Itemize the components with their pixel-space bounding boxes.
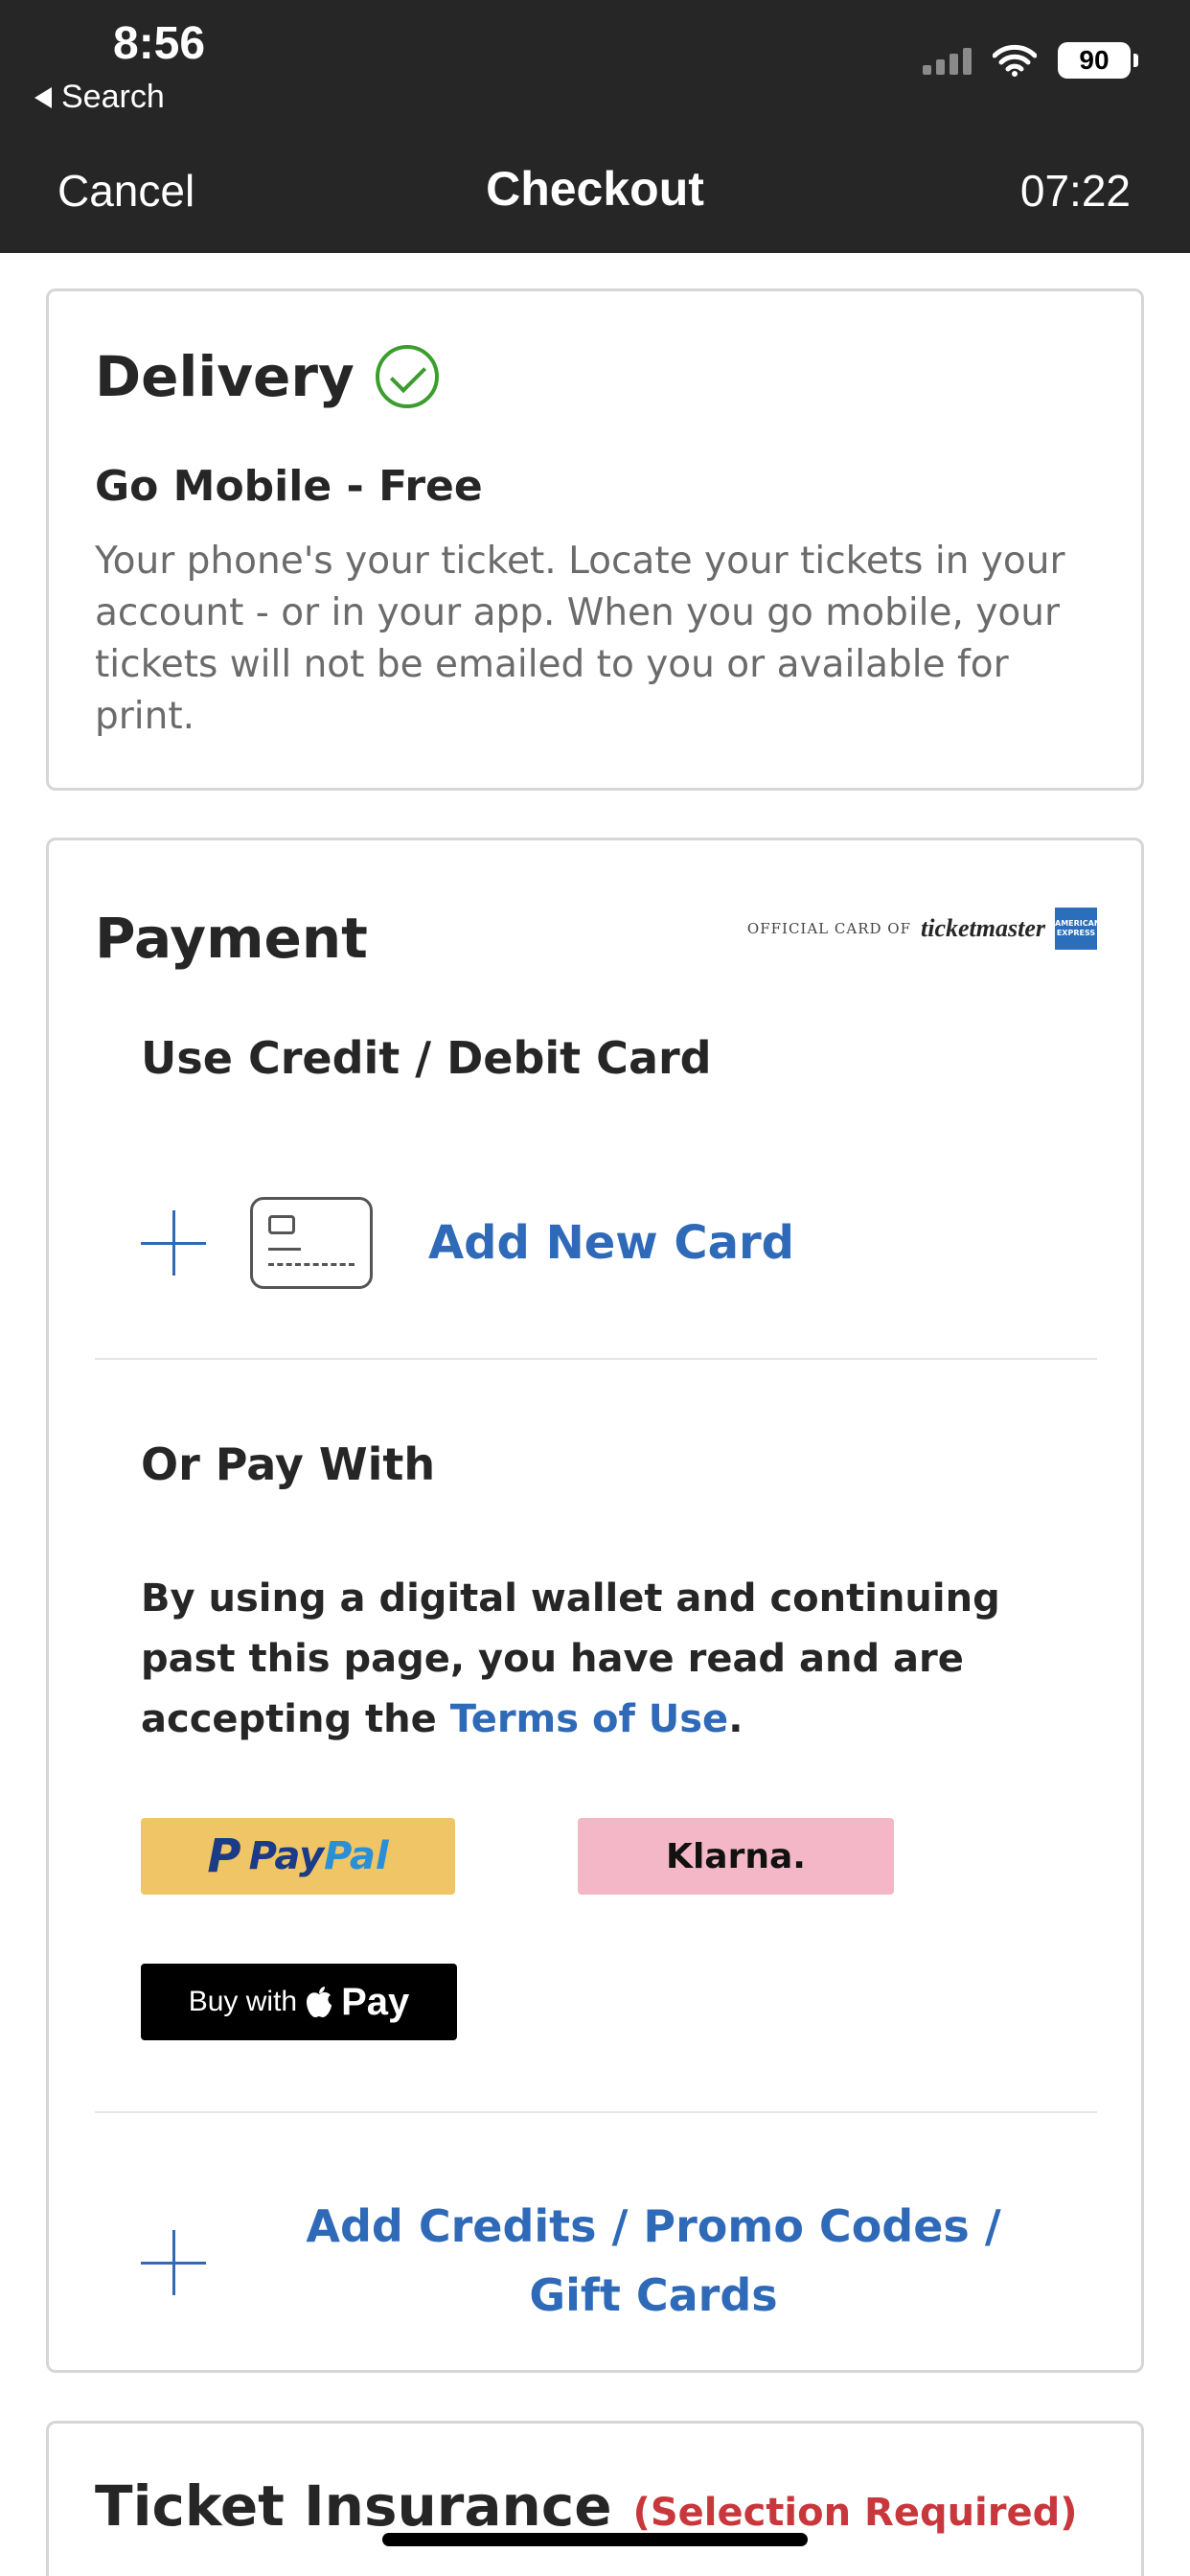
ticket-insurance-section: Ticket Insurance (Selection Required)	[46, 2421, 1144, 2576]
back-to-search-link[interactable]: Search	[34, 79, 165, 116]
delivery-title: Delivery	[95, 344, 355, 409]
cancel-button[interactable]: Cancel	[57, 165, 195, 217]
status-time: 8:56	[113, 18, 206, 69]
header: 8:56 Search 90 Cancel Checkout 07:22	[0, 0, 1190, 253]
klarna-button[interactable]: Klarna.	[578, 1818, 894, 1895]
plus-icon	[141, 2230, 206, 2295]
payment-title: Payment	[95, 906, 368, 971]
applepay-prefix: Buy with	[188, 1986, 298, 2017]
sponsor-prefix: OFFICIAL CARD OF	[746, 920, 912, 937]
signal-icon	[923, 46, 972, 75]
wallet-terms-note: By using a digital wallet and continuing…	[141, 1569, 1089, 1750]
battery-icon: 90	[1058, 42, 1138, 79]
paypal-logo-icon: P	[207, 1829, 241, 1883]
or-pay-with-heading: Or Pay With	[141, 1438, 436, 1490]
use-card-heading: Use Credit / Debit Card	[141, 1032, 712, 1084]
delivery-section: Delivery Go Mobile - Free Your phone's y…	[46, 288, 1144, 791]
paypal-button[interactable]: P Pay Pal	[141, 1818, 455, 1895]
delivery-heading: Delivery	[95, 344, 439, 409]
plus-icon	[141, 1210, 206, 1276]
add-new-card-label: Add New Card	[428, 1216, 795, 1270]
wallet-note-period: .	[728, 1697, 744, 1741]
paypal-pal-text: Pal	[324, 1834, 389, 1878]
payment-section: Payment OFFICIAL CARD OF ticketmaster AM…	[46, 838, 1144, 2373]
status-icons: 90	[923, 42, 1138, 79]
insurance-heading: Ticket Insurance (Selection Required)	[95, 2473, 1078, 2539]
paypal-pay-text: Pay	[248, 1834, 325, 1878]
credit-card-icon	[250, 1197, 373, 1289]
wifi-icon	[993, 44, 1037, 77]
add-promo-codes-button[interactable]: Add Credits / Promo Codes / Gift Cards	[141, 2182, 1099, 2335]
check-circle-icon	[375, 345, 439, 408]
back-label: Search	[61, 79, 165, 115]
insurance-title: Ticket Insurance	[95, 2473, 612, 2539]
apple-pay-button[interactable]: Buy with Pay	[141, 1964, 457, 2040]
divider	[95, 2111, 1097, 2113]
klarna-label: Klarna.	[666, 1836, 806, 1876]
promo-label: Add Credits / Promo Codes / Gift Cards	[306, 2200, 1001, 2321]
terms-of-use-link[interactable]: Terms of Use	[450, 1697, 728, 1741]
sponsor-logo: OFFICIAL CARD OF ticketmaster AMERICAN E…	[746, 908, 1101, 950]
home-indicator[interactable]	[382, 2533, 808, 2546]
checkout-timer: 07:22	[1019, 166, 1131, 216]
divider	[95, 1358, 1097, 1360]
selection-required-label: (Selection Required)	[632, 2491, 1078, 2535]
delivery-description: Your phone's your ticket. Locate your ti…	[95, 540, 1065, 738]
applepay-brand: Pay	[341, 1980, 410, 2023]
apple-logo-icon	[307, 1987, 332, 2017]
back-arrow-icon	[34, 86, 52, 108]
sponsor-brand: ticketmaster	[921, 914, 1045, 942]
add-new-card-button[interactable]: Add New Card	[141, 1195, 794, 1291]
amex-logo-icon: AMERICAN EXPRESS	[1055, 908, 1101, 950]
delivery-option: Go Mobile - Free	[95, 462, 483, 511]
